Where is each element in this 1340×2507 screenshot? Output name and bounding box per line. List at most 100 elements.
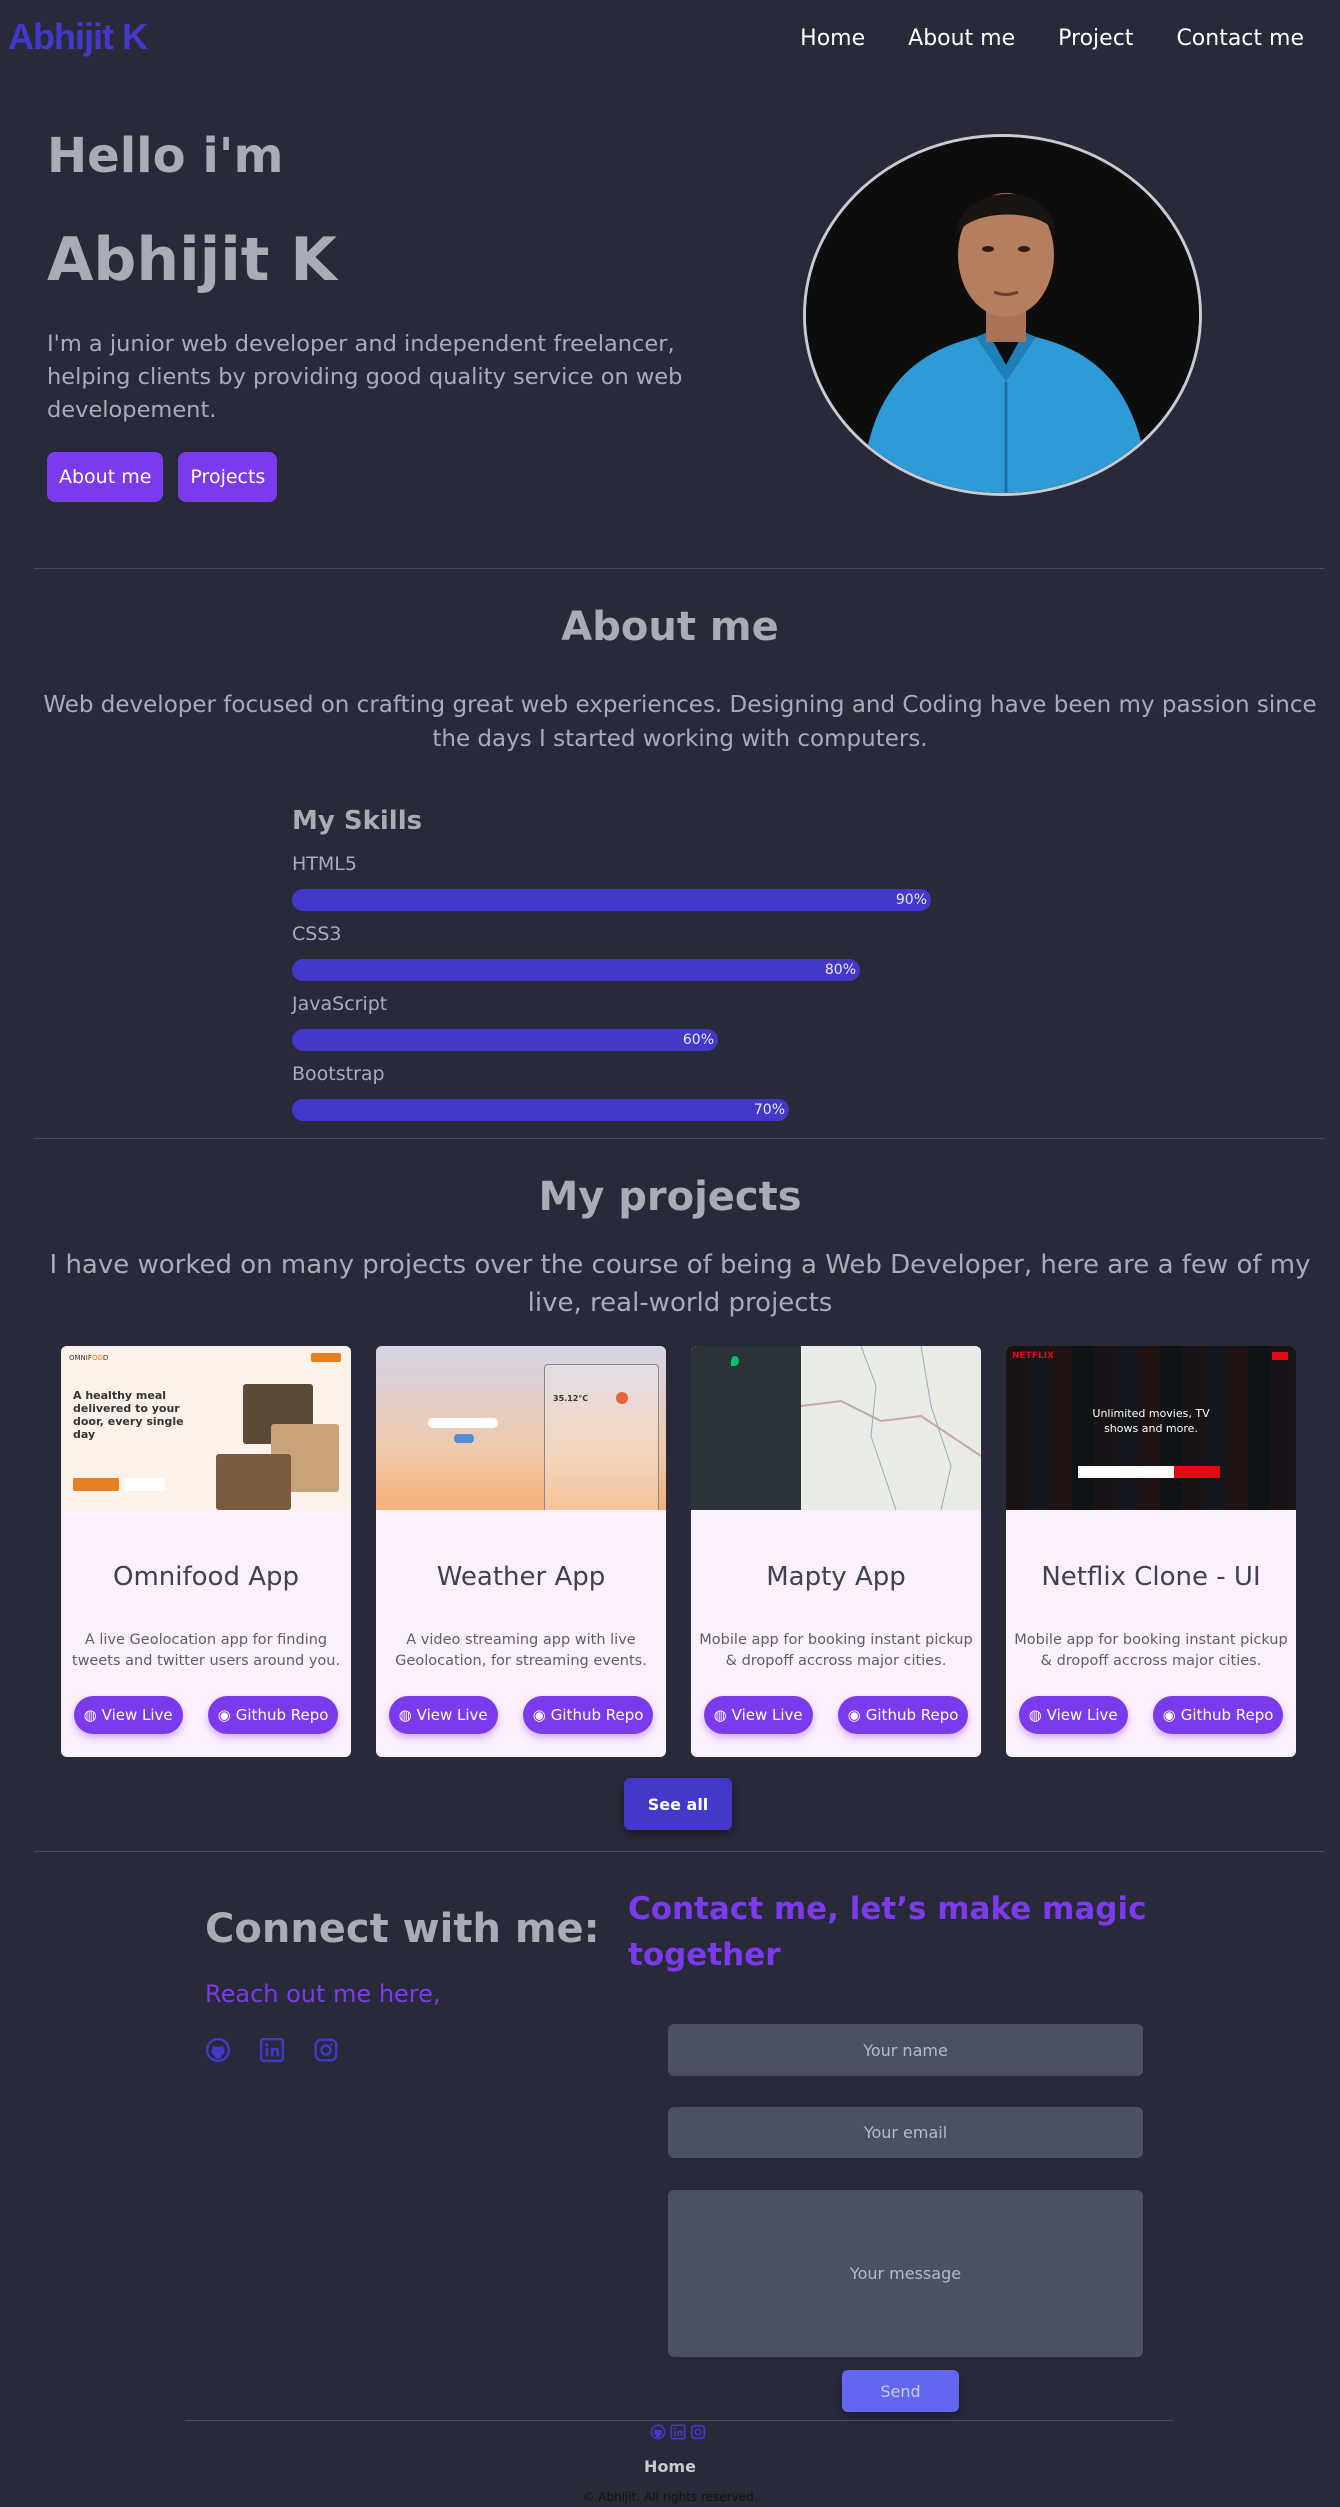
projects-button[interactable]: Projects (178, 452, 278, 502)
footer-divider (185, 2420, 1173, 2421)
section-divider (34, 1851, 1324, 1852)
footer-social-links (650, 2424, 706, 2444)
about-title: About me (561, 604, 779, 650)
project-actions: ◍ View Live ◉ Github Repo (691, 1696, 981, 1734)
skill-bootstrap: Bootstrap 70% (292, 1063, 1002, 1121)
view-live-label: View Live (101, 1706, 173, 1724)
send-button[interactable]: Send (842, 2370, 959, 2412)
skill-fill: 90% (292, 889, 931, 911)
skill-javascript: JavaScript 60% (292, 993, 1002, 1051)
name-field[interactable]: Your name (668, 2024, 1143, 2076)
view-live-button[interactable]: ◍ View Live (1018, 1696, 1128, 1734)
site-logo[interactable]: Abhijit K (8, 16, 148, 58)
netflix-headline: Unlimited movies, TV shows and more. (1092, 1407, 1210, 1435)
message-field[interactable]: Your message (668, 2190, 1143, 2357)
nav-link-home[interactable]: Home (800, 26, 865, 51)
project-description: Mobile app for booking instant pickup & … (699, 1632, 973, 1669)
project-description: Mobile app for booking instant pickup & … (1014, 1632, 1288, 1669)
section-divider (34, 568, 1324, 569)
omnifood-headline: A healthy meal delivered to your door, e… (73, 1389, 184, 1441)
skill-fill: 60% (292, 1029, 718, 1051)
skill-bar: 90% (292, 889, 1002, 911)
footer-home-link[interactable]: Home (0, 2457, 1340, 2476)
project-card-weather: 35.12°C Weather App A video streaming ap… (376, 1346, 666, 1757)
project-title: Weather App (436, 1562, 606, 1592)
view-live-label: View Live (416, 1706, 488, 1724)
weather-temp: 35.12°C (553, 1394, 589, 1403)
project-thumbnail (691, 1346, 981, 1510)
skill-name: Bootstrap (292, 1063, 385, 1085)
globe-icon: ◍ (398, 1706, 412, 1724)
skill-fill: 80% (292, 959, 860, 981)
skill-percent: 90% (895, 892, 927, 908)
about-text: Web developer focused on crafting great … (43, 692, 1317, 752)
email-field[interactable]: Your email (668, 2107, 1143, 2158)
linkedin-icon[interactable] (259, 2037, 285, 2067)
github-repo-button[interactable]: ◉ Github Repo (207, 1696, 339, 1734)
project-thumbnail: 35.12°C (376, 1346, 666, 1510)
section-divider (34, 1138, 1324, 1139)
skill-bar: 80% (292, 959, 1002, 981)
linkedin-icon[interactable] (670, 2424, 686, 2444)
profile-photo (803, 134, 1202, 496)
skill-css3: CSS3 80% (292, 923, 1002, 981)
github-icon[interactable] (650, 2424, 666, 2444)
view-live-button[interactable]: ◍ View Live (73, 1696, 183, 1734)
project-thumbnail: NETFLIX Unlimited movies, TV shows and m… (1006, 1346, 1296, 1510)
about-me-button[interactable]: About me (47, 452, 164, 502)
skills-title: My Skills (292, 806, 423, 836)
github-repo-label: Github Repo (235, 1706, 329, 1724)
globe-icon: ◍ (83, 1706, 97, 1724)
github-repo-button[interactable]: ◉ Github Repo (522, 1696, 654, 1734)
view-live-label: View Live (731, 1706, 803, 1724)
github-repo-button[interactable]: ◉ Github Repo (1152, 1696, 1284, 1734)
project-card-mapty: Mapty App Mobile app for booking instant… (691, 1346, 981, 1757)
github-icon: ◉ (847, 1706, 861, 1724)
project-title: Omnifood App (112, 1562, 300, 1592)
nav-links: Home About me Project Contact me (800, 26, 1304, 51)
skill-bar: 60% (292, 1029, 1002, 1051)
github-repo-button[interactable]: ◉ Github Repo (837, 1696, 969, 1734)
hero-name: Abhijit K (47, 225, 337, 295)
hero-buttons: About me Projects (47, 452, 278, 502)
hero-description: I'm a junior web developer and independe… (47, 331, 683, 423)
project-description: A video streaming app with live Geolocat… (395, 1632, 647, 1669)
github-repo-label: Github Repo (1180, 1706, 1274, 1724)
nav-link-about[interactable]: About me (908, 26, 1015, 51)
instagram-icon[interactable] (313, 2037, 339, 2067)
connect-title: Connect with me: (205, 1906, 600, 1952)
project-thumbnail: OMNIFOOD A healthy meal delivered to you… (61, 1346, 351, 1510)
contact-form-title: Contact me, let’s make magic together (628, 1891, 1147, 1973)
project-card-netflix: NETFLIX Unlimited movies, TV shows and m… (1006, 1346, 1296, 1757)
skill-percent: 80% (824, 962, 856, 978)
projects-intro: I have worked on many projects over the … (49, 1250, 1311, 1318)
github-icon: ◉ (1162, 1706, 1176, 1724)
skill-name: JavaScript (292, 993, 388, 1015)
skill-percent: 70% (753, 1102, 785, 1118)
nav-link-project[interactable]: Project (1058, 26, 1133, 51)
project-description: A live Geolocation app for finding tweet… (71, 1632, 341, 1669)
github-icon: ◉ (532, 1706, 546, 1724)
view-live-button[interactable]: ◍ View Live (703, 1696, 813, 1734)
hero-greeting: Hello i'm (47, 128, 284, 184)
github-icon: ◉ (217, 1706, 231, 1724)
view-live-label: View Live (1046, 1706, 1118, 1724)
social-links (205, 2037, 339, 2067)
instagram-icon[interactable] (690, 2424, 706, 2444)
project-title: Netflix Clone - UI (1041, 1562, 1261, 1592)
project-actions: ◍ View Live ◉ Github Repo (1006, 1696, 1296, 1734)
github-repo-label: Github Repo (865, 1706, 959, 1724)
reach-out-text: Reach out me here, (205, 1980, 441, 2008)
see-all-button[interactable]: See all (624, 1778, 732, 1830)
project-card-omnifood: OMNIFOOD A healthy meal delivered to you… (61, 1346, 351, 1757)
globe-icon: ◍ (713, 1706, 727, 1724)
skill-percent: 60% (682, 1032, 714, 1048)
nav-link-contact[interactable]: Contact me (1176, 26, 1304, 51)
projects-title: My projects (538, 1174, 802, 1220)
github-repo-label: Github Repo (550, 1706, 644, 1724)
skill-name: HTML5 (292, 853, 357, 875)
github-icon[interactable] (205, 2037, 231, 2067)
skill-fill: 70% (292, 1099, 789, 1121)
view-live-button[interactable]: ◍ View Live (388, 1696, 498, 1734)
project-title: Mapty App (766, 1562, 906, 1592)
